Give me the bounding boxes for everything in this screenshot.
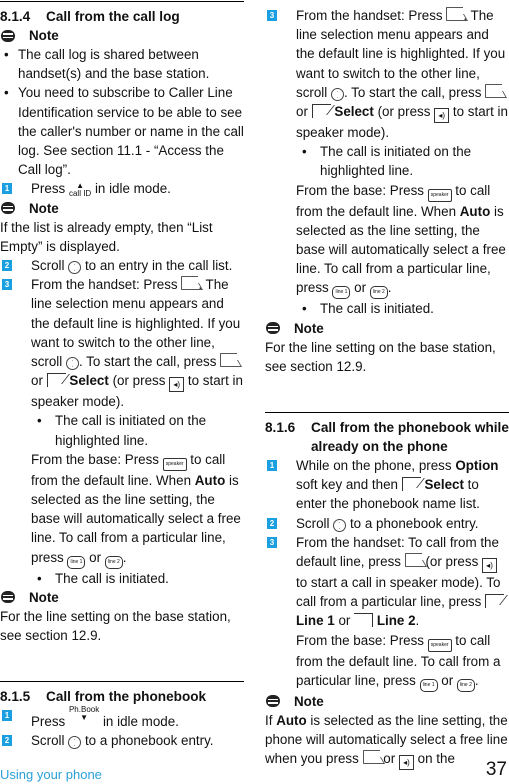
line-1-key-icon: line 1: [67, 555, 86, 569]
left-softkey-icon: [485, 594, 505, 609]
base-speaker-key-icon: speaker: [427, 638, 452, 652]
note-heading: Note: [265, 692, 509, 711]
note-icon: [266, 322, 280, 335]
section-title: Call from the phonebook while already on…: [311, 420, 509, 455]
talk-key-icon: [404, 553, 422, 568]
line-1-key-icon: line 1: [332, 286, 351, 300]
talk-key-icon: [446, 7, 464, 21]
note-heading: Note: [265, 319, 509, 338]
step-2: 2 Scroll · · to a phonebook entry.: [0, 731, 244, 750]
bullet-item: • The call is initiated.: [302, 301, 434, 317]
note-icon: [1, 29, 15, 42]
step-number-badge: 1: [267, 460, 277, 472]
step-3: 3 From the handset: To call from the def…: [265, 533, 509, 631]
section-divider: [0, 1, 244, 2]
section-number: 8.1.4: [0, 9, 31, 24]
section-title: Call from the phonebook: [46, 689, 207, 705]
talk-key-icon: [362, 750, 380, 765]
navigation-key-icon: · ·: [330, 87, 344, 101]
step-number-badge: 2: [2, 735, 12, 747]
navigation-key-icon: · ·: [333, 518, 347, 532]
navigation-key-icon: · ·: [68, 261, 82, 275]
note-text: For the line setting on the base station…: [265, 339, 496, 374]
page-number: 37: [485, 759, 507, 780]
section-heading-8-1-4: 8.1.4 Call from the call log: [0, 7, 244, 26]
step-number-badge: 2: [267, 517, 277, 529]
talk-key-icon: [220, 353, 238, 368]
note-heading: Note: [0, 199, 244, 218]
step-number-badge: 1: [2, 183, 12, 195]
bullet-item: • You need to subscribe to Caller Line Id…: [4, 85, 244, 178]
left-softkey-icon: [401, 477, 421, 492]
line-2-key-icon: line 2: [369, 286, 388, 300]
step-1: 1 Press Ph.Book ▼ in idle mode.: [0, 706, 244, 731]
section-number: 8.1.5: [0, 689, 31, 705]
step-number-badge: 3: [267, 10, 277, 21]
bullet-item: • The call log is shared between handset(…: [4, 47, 210, 82]
right-softkey-icon: [354, 613, 374, 628]
section-divider: [265, 412, 509, 414]
phonebook-key-icon: Ph.Book ▼: [68, 705, 100, 723]
line-2-key-icon: line 2: [104, 555, 123, 569]
step-2: 2 Scroll · · to a phonebook entry.: [265, 514, 509, 533]
line-2-key-icon: line 2: [456, 678, 475, 692]
navigation-key-icon: · ·: [65, 357, 79, 371]
speaker-key-icon: ◂): [482, 558, 498, 574]
note-icon: [266, 695, 280, 708]
note-heading: Note: [0, 588, 244, 607]
step-2: 2 Scroll · · to an entry in the call list…: [0, 256, 244, 275]
right-column: 3 From the handset: Press . The line sel…: [265, 0, 509, 771]
step-1: 1 Press ▲ call ID in idle mode.: [0, 179, 244, 198]
left-column: 8.1.4 Call from the call log Note • The c…: [0, 0, 244, 751]
base-instructions: From the base: Press speaker to call fro…: [265, 631, 509, 692]
bullet-item: • The call is initiated on the highlighte…: [302, 144, 472, 179]
note-heading: Note: [0, 26, 244, 45]
step-number-badge: 2: [2, 260, 12, 272]
footer-section-title: Using your phone: [0, 767, 102, 782]
left-softkey-icon: [311, 104, 331, 119]
navigation-key-icon: · ·: [68, 736, 82, 750]
base-speaker-key-icon: speaker: [427, 188, 452, 202]
section-heading-8-1-5: 8.1.5 Call from the phonebook: [0, 687, 244, 706]
speaker-key-icon: ◂): [434, 108, 450, 124]
section-title: Call from the call log: [46, 9, 180, 24]
note-icon: [1, 591, 15, 604]
step-3: 3 From the handset: Press . The line sel…: [265, 6, 509, 142]
speaker-key-icon: ◂): [398, 755, 414, 771]
section-divider: [0, 681, 244, 683]
call-id-key-icon: ▲ call ID: [68, 181, 92, 199]
left-softkey-icon: [46, 373, 66, 388]
talk-key-icon: [485, 83, 503, 98]
section-number: 8.1.6: [265, 420, 296, 436]
bullet-item: • The call is initiated on the highlighte…: [37, 413, 207, 448]
bullet-item: • The call is initiated.: [37, 570, 169, 586]
step-number-badge: 3: [267, 536, 277, 548]
base-speaker-key-icon: speaker: [162, 457, 187, 471]
section-heading-8-1-6: 8.1.6 Call from the phonebook while alre…: [265, 418, 509, 456]
note-text: If the list is already empty, then “List…: [0, 219, 213, 254]
talk-key-icon: [181, 276, 199, 291]
base-instructions: From the base: Press speaker to call fro…: [0, 450, 244, 569]
line-1-key-icon: line 1: [419, 678, 438, 692]
step-number-badge: 3: [2, 279, 12, 291]
step-1: 1 While on the phone, press Option soft …: [265, 456, 509, 514]
step-number-badge: 1: [2, 710, 12, 722]
step-3: 3 From the handset: Press . The line sel…: [0, 275, 244, 411]
note-text: If Auto is selected as the line setting,…: [265, 711, 509, 771]
speaker-key-icon: ◂): [169, 377, 185, 393]
base-instructions: From the base: Press speaker to call fro…: [265, 181, 509, 300]
note-icon: [1, 202, 15, 215]
note-text: For the line setting on the base station…: [0, 608, 231, 644]
